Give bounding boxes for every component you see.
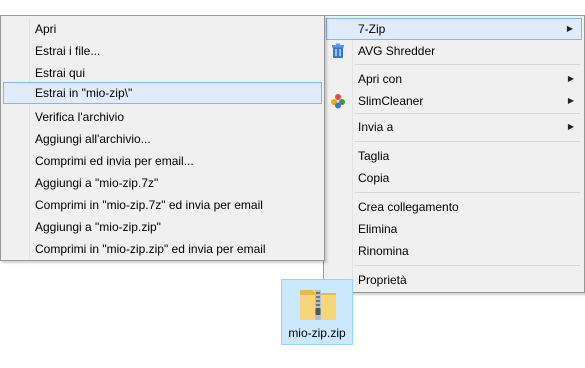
sevenzip-item-aggiungi-zip[interactable]: Aggiungi a "mio-zip.zip"	[3, 216, 322, 238]
menu-item-label: Estrai i file...	[35, 44, 101, 58]
menu-separator	[355, 113, 580, 114]
file-name: mio-zip.zip	[288, 326, 346, 340]
menu-item-label: Comprimi in "mio-zip.zip" ed invia per e…	[35, 242, 266, 256]
menu-item-label: Taglia	[358, 149, 390, 163]
menu-item-label: Invia a	[358, 120, 394, 134]
menu-item-copia[interactable]: Copia	[326, 167, 582, 189]
menu-item-taglia[interactable]: Taglia	[326, 145, 582, 167]
menu-separator	[355, 192, 580, 193]
file-item[interactable]: mio-zip.zip	[281, 279, 353, 345]
submenu-arrow-icon: ▶	[567, 74, 574, 83]
menu-item-label: Apri con	[358, 72, 403, 86]
sevenzip-item-comprimi-email[interactable]: Comprimi ed invia per email...	[3, 150, 322, 172]
menu-item-avg-shredder[interactable]: AVG Shredder	[326, 40, 582, 62]
menu-separator	[355, 141, 580, 142]
menu-item-proprieta[interactable]: Proprietà	[326, 269, 582, 291]
sevenzip-item-comprimi-zip-email[interactable]: Comprimi in "mio-zip.zip" ed invia per e…	[3, 238, 322, 260]
menu-item-label: Aggiungi a "mio-zip.7z"	[35, 176, 159, 190]
menu-item-label: Aggiungi a "mio-zip.zip"	[35, 220, 161, 234]
submenu-arrow-icon: ▶	[567, 96, 574, 105]
slimcleaner-icon	[330, 93, 346, 109]
menu-item-label: Copia	[358, 171, 390, 185]
menu-item-elimina[interactable]: Elimina	[326, 218, 582, 240]
menu-item-label: Elimina	[358, 222, 398, 236]
desktop: 7-Zip ▶ AVG Shredder Apri con ▶ SlimClea…	[0, 0, 585, 368]
menu-item-label: SlimCleaner	[358, 94, 424, 108]
menu-item-label: AVG Shredder	[358, 44, 436, 58]
sevenzip-item-aggiungi-7z[interactable]: Aggiungi a "mio-zip.7z"	[3, 172, 322, 194]
sevenzip-submenu: Apri Estrai i file... Estrai qui Estrai …	[0, 15, 325, 261]
avg-shredder-icon	[330, 43, 346, 59]
sevenzip-item-estrai-qui[interactable]: Estrai qui	[3, 62, 322, 84]
menu-item-label: Estrai in "mio-zip\"	[35, 86, 133, 100]
menu-item-label: 7-Zip	[358, 22, 386, 36]
menu-item-label: Proprietà	[358, 273, 407, 287]
menu-item-label: Apri	[35, 22, 57, 36]
menu-item-slimcleaner[interactable]: SlimCleaner ▶	[326, 90, 582, 112]
menu-item-label: Aggiungi all'archivio...	[35, 132, 151, 146]
menu-item-rinomina[interactable]: Rinomina	[326, 240, 582, 262]
submenu-arrow-icon: ▶	[567, 122, 574, 131]
context-menu: 7-Zip ▶ AVG Shredder Apri con ▶ SlimClea…	[323, 15, 585, 293]
sevenzip-item-comprimi-7z-email[interactable]: Comprimi in "mio-zip.7z" ed invia per em…	[3, 194, 322, 216]
menu-item-label: Crea collegamento	[358, 200, 459, 214]
sevenzip-item-estrai-file[interactable]: Estrai i file...	[3, 40, 322, 62]
menu-item-label: Verifica l'archivio	[35, 110, 124, 124]
menu-item-crea-collegamento[interactable]: Crea collegamento	[326, 196, 582, 218]
sevenzip-item-verifica[interactable]: Verifica l'archivio	[3, 106, 322, 128]
menu-item-label: Comprimi in "mio-zip.7z" ed invia per em…	[35, 198, 263, 212]
zip-folder-icon	[298, 284, 338, 322]
menu-item-label: Comprimi ed invia per email...	[35, 154, 194, 168]
menu-separator	[355, 265, 580, 266]
sevenzip-item-apri[interactable]: Apri	[3, 18, 322, 40]
menu-item-label: Estrai qui	[35, 66, 86, 80]
sevenzip-item-estrai-in[interactable]: Estrai in "mio-zip\"	[3, 82, 322, 104]
menu-separator	[355, 64, 580, 65]
menu-item-apri-con[interactable]: Apri con ▶	[326, 68, 582, 90]
menu-item-invia-a[interactable]: Invia a ▶	[326, 116, 582, 138]
menu-item-label: Rinomina	[358, 244, 409, 258]
submenu-arrow-icon: ▶	[566, 24, 573, 33]
menu-item-7zip[interactable]: 7-Zip ▶	[326, 18, 582, 40]
sevenzip-item-aggiungi-archivio[interactable]: Aggiungi all'archivio...	[3, 128, 322, 150]
